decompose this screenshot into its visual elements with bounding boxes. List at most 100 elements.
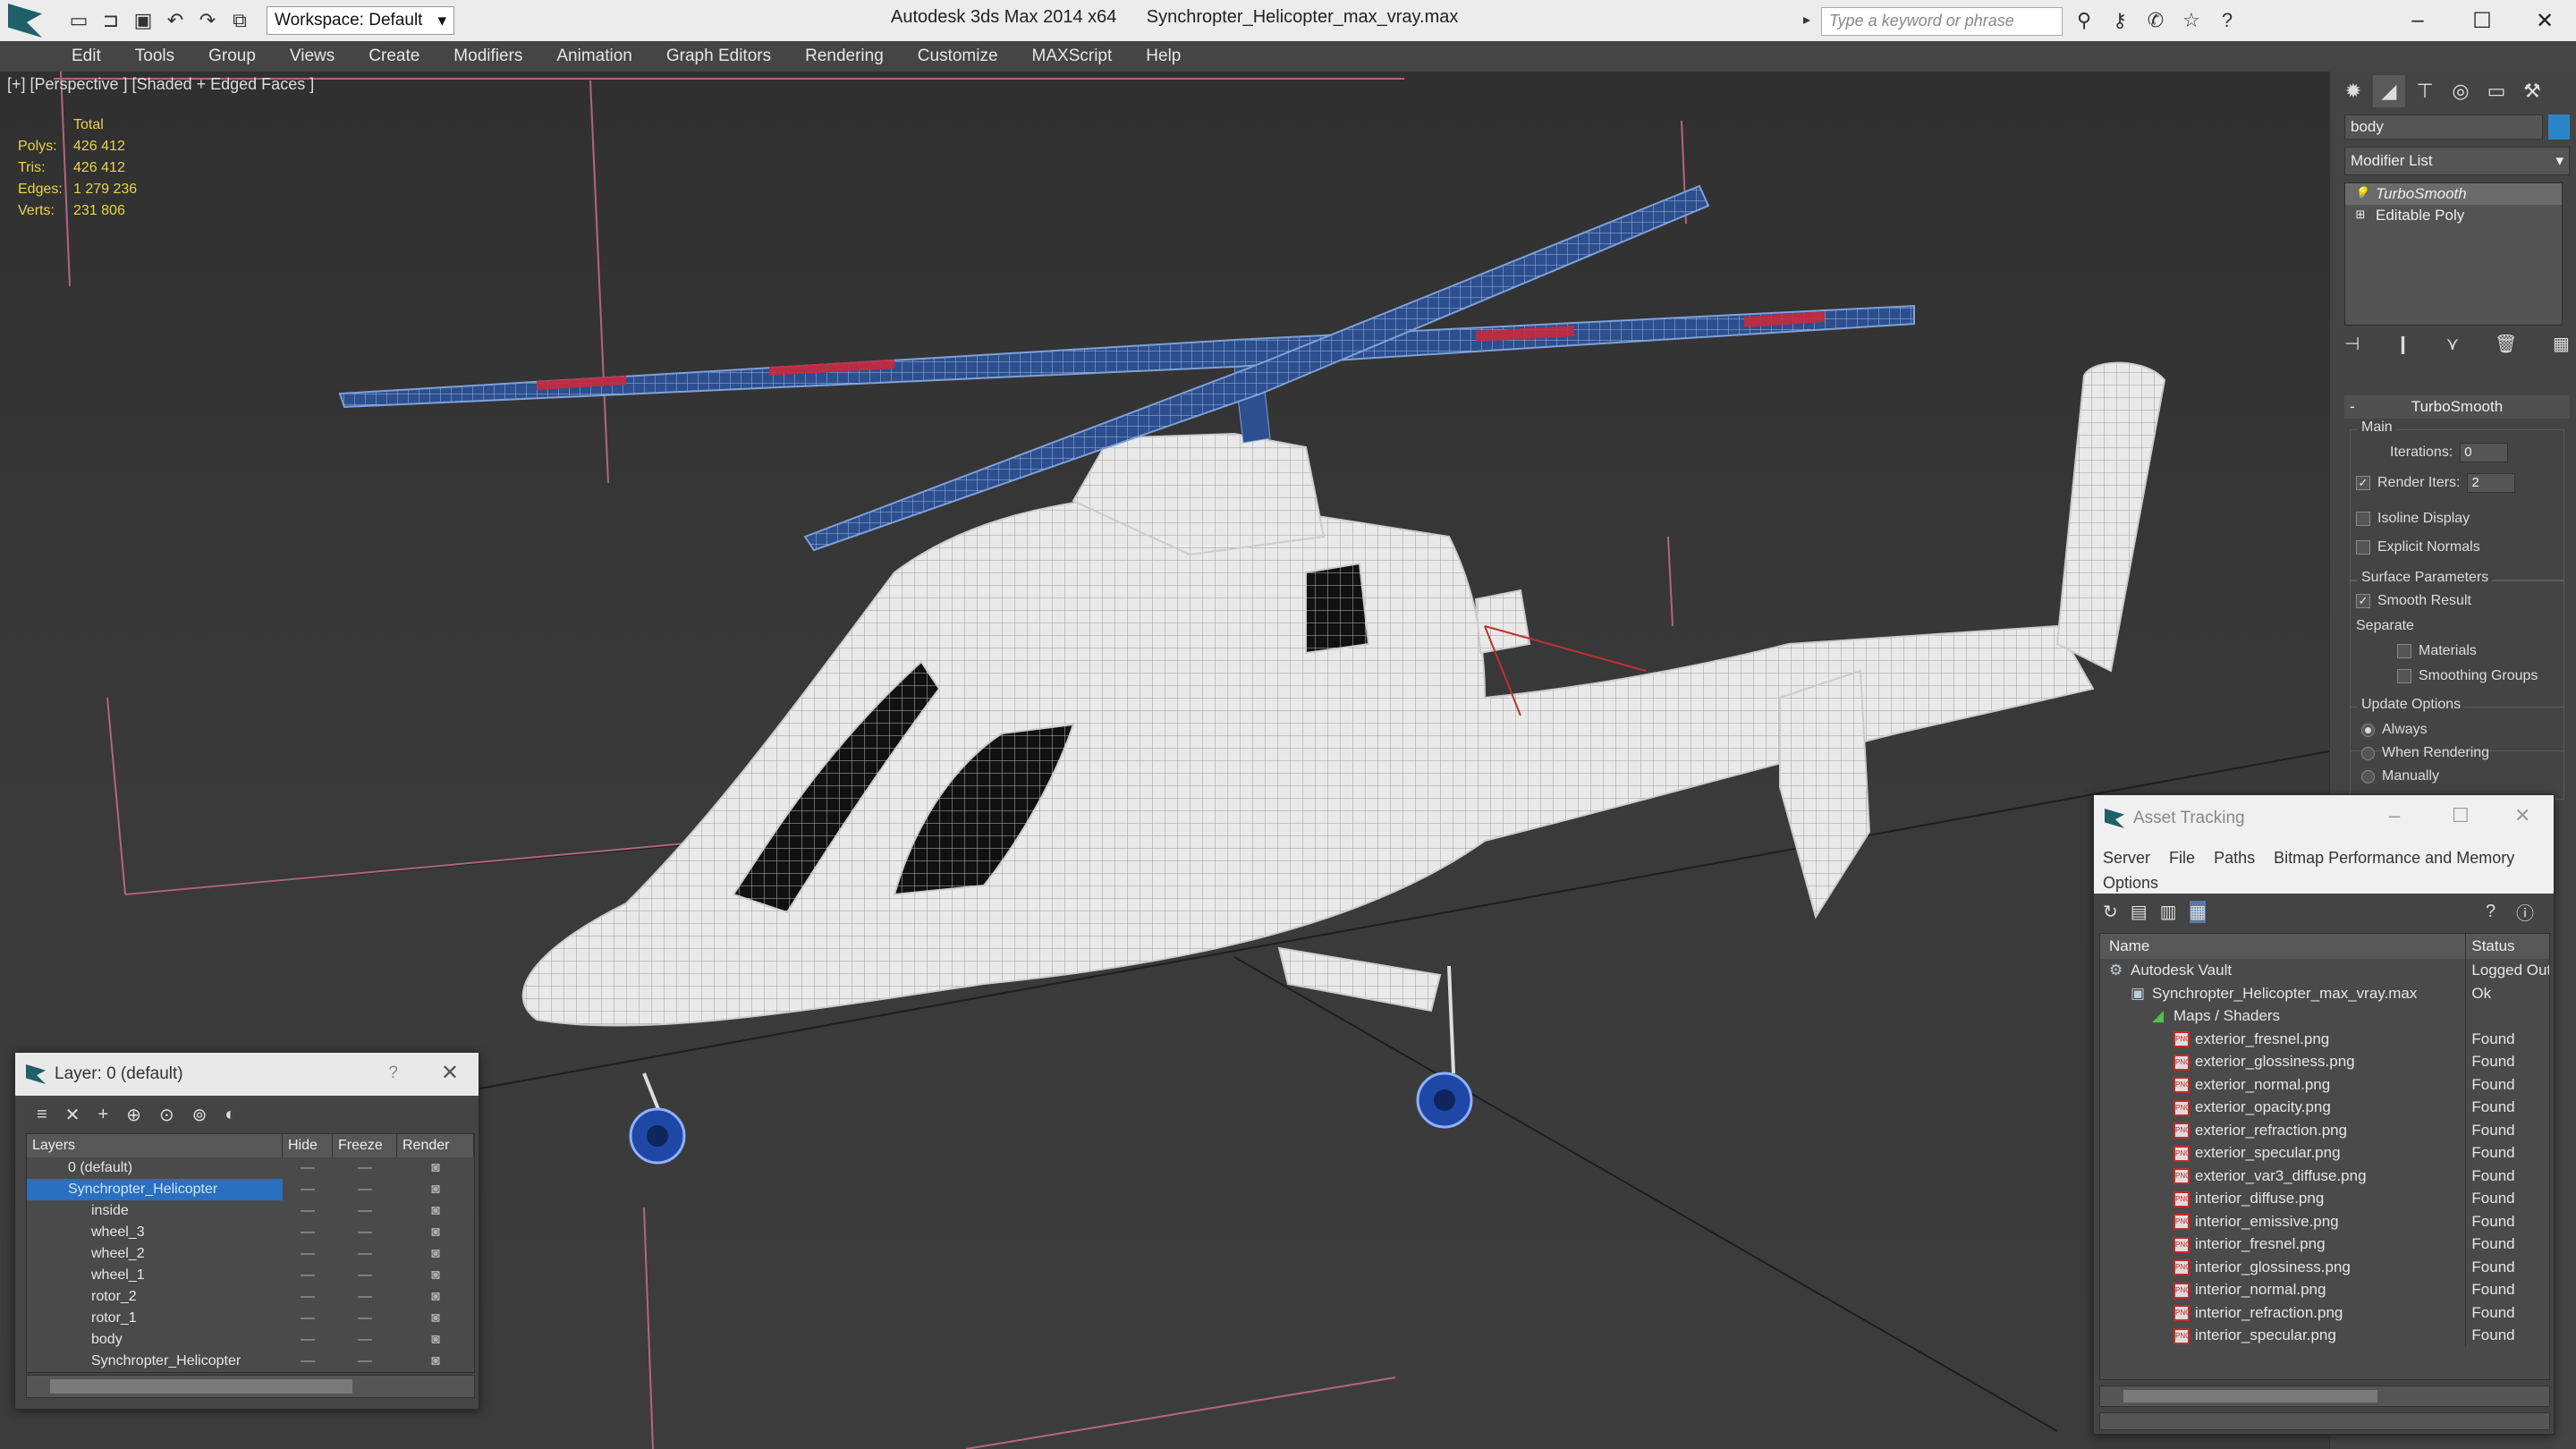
hierarchy-tab-icon[interactable]: ⊤	[2409, 75, 2441, 107]
col-status[interactable]: Status	[2465, 934, 2549, 959]
asset-row[interactable]: PNG exterior_var3_diffuse.png Found	[2100, 1164, 2549, 1187]
list-view-icon[interactable]: ▤	[2131, 901, 2148, 923]
layer-freeze-toggle[interactable]: —	[333, 1243, 397, 1265]
remove-modifier-icon[interactable]: 🗑	[2495, 333, 2517, 355]
maximize-button[interactable]: ☐	[2451, 0, 2513, 41]
asset-row[interactable]: PNG exterior_opacity.png Found	[2100, 1096, 2549, 1119]
asset-horizontal-scrollbar[interactable]	[2099, 1385, 2550, 1407]
table-view-icon[interactable]: ▥	[2160, 901, 2177, 923]
utilities-tab-icon[interactable]: ⚒	[2516, 75, 2548, 107]
explicit-normals-checkbox[interactable]	[2356, 540, 2370, 555]
layer-render-toggle[interactable]: ◙	[397, 1200, 474, 1222]
modify-tab-icon[interactable]: ◢	[2373, 75, 2405, 107]
lightbulb-icon[interactable]: 💡	[2354, 187, 2368, 199]
layer-row[interactable]: inside — — ◙	[27, 1200, 474, 1222]
favorites-star-icon[interactable]: ☆	[2179, 7, 2204, 34]
open-file-icon[interactable]: ⊐	[98, 8, 123, 33]
layer-row[interactable]: wheel_3— — ◙	[27, 1222, 474, 1243]
menu-bitmap-performance[interactable]: Bitmap Performance and Memory	[2274, 849, 2514, 867]
layer-row[interactable]: 0 (default) — — ◙	[27, 1157, 474, 1179]
layer-hide-toggle[interactable]: —	[283, 1265, 333, 1286]
layer-row[interactable]: rotor_1— — ◙	[27, 1308, 474, 1329]
help-icon[interactable]: ?	[2486, 902, 2496, 922]
menu-tools[interactable]: Tools	[135, 47, 174, 66]
workspace-dropdown[interactable]: Workspace: Default ▾	[267, 6, 454, 35]
menu-options[interactable]: Options	[2103, 874, 2158, 892]
help-icon[interactable]: ?	[388, 1063, 398, 1083]
close-button[interactable]: ✕	[2513, 0, 2576, 41]
menu-views[interactable]: Views	[290, 47, 335, 66]
always-radio[interactable]	[2361, 723, 2375, 737]
layer-freeze-toggle[interactable]: —	[333, 1222, 397, 1243]
highlight-layer-icon[interactable]: ⊚	[192, 1104, 208, 1126]
layer-row[interactable]: wheel_1— — ◙	[27, 1265, 474, 1286]
col-hide[interactable]: Hide	[283, 1134, 333, 1157]
stack-item-turbosmooth[interactable]: 💡 TurboSmooth	[2345, 183, 2562, 205]
layer-render-toggle[interactable]: ◙	[397, 1243, 474, 1265]
minimize-icon[interactable]: –	[2389, 804, 2400, 827]
asset-row[interactable]: PNG exterior_specular.png Found	[2100, 1141, 2549, 1165]
layer-hide-toggle[interactable]: —	[283, 1179, 333, 1200]
undo-icon[interactable]: ↶	[163, 8, 188, 33]
iterations-spinner[interactable]: 0	[2460, 443, 2509, 462]
layer-row[interactable]: rotor_2— — ◙	[27, 1286, 474, 1308]
minimize-button[interactable]: –	[2386, 0, 2449, 41]
layer-render-toggle[interactable]: ◙	[397, 1265, 474, 1286]
menu-paths[interactable]: Paths	[2214, 849, 2255, 867]
motion-tab-icon[interactable]: ◎	[2445, 75, 2477, 107]
col-name[interactable]: Name	[2100, 934, 2465, 959]
asset-row[interactable]: PNG interior_fresnel.png Found	[2100, 1233, 2549, 1256]
search-expand-icon[interactable]: ▸	[1803, 11, 1810, 29]
asset-row[interactable]: PNG interior_glossiness.png Found	[2100, 1255, 2549, 1278]
asset-row[interactable]: PNG exterior_refraction.png Found	[2100, 1118, 2549, 1141]
create-tab-icon[interactable]: ✹	[2337, 75, 2369, 107]
delete-layer-icon[interactable]: ✕	[65, 1104, 80, 1126]
menu-server[interactable]: Server	[2103, 849, 2150, 867]
app-menu-button[interactable]	[0, 0, 50, 41]
grid-view-icon[interactable]: ▦	[2189, 900, 2207, 923]
isoline-checkbox[interactable]	[2356, 512, 2370, 526]
layer-freeze-toggle[interactable]: —	[333, 1179, 397, 1200]
layer-render-toggle[interactable]: ◙	[397, 1308, 474, 1329]
menu-group[interactable]: Group	[208, 47, 256, 66]
when-rendering-radio[interactable]	[2361, 746, 2375, 760]
maximize-icon[interactable]: ☐	[2452, 804, 2470, 827]
layer-render-toggle[interactable]: ◙	[397, 1157, 474, 1179]
layer-window-titlebar[interactable]: Layer: 0 (default) ? ✕	[15, 1053, 479, 1096]
layer-freeze-toggle[interactable]: —	[333, 1286, 397, 1308]
layer-hide-toggle[interactable]: —	[283, 1157, 333, 1179]
show-end-result-icon[interactable]: ❙	[2395, 333, 2411, 355]
turbosmooth-rollout-header[interactable]: - TurboSmooth	[2344, 395, 2570, 419]
object-name-field[interactable]: body	[2344, 114, 2543, 140]
asset-tracking-titlebar[interactable]: Asset Tracking – ☐ ✕	[2094, 795, 2554, 842]
pin-stack-icon[interactable]: ⊣	[2344, 333, 2360, 355]
save-file-icon[interactable]: ▣	[131, 8, 156, 33]
help-icon[interactable]: ?	[2215, 7, 2240, 34]
menu-rendering[interactable]: Rendering	[805, 47, 884, 66]
refresh-icon[interactable]: ↻	[2103, 901, 2118, 923]
layer-hide-toggle[interactable]: —	[283, 1329, 333, 1351]
asset-row[interactable]: PNG interior_emissive.png Found	[2100, 1209, 2549, 1233]
scrollbar-thumb[interactable]	[2123, 1390, 2377, 1402]
layer-hide-toggle[interactable]: —	[283, 1308, 333, 1329]
layer-freeze-toggle[interactable]: —	[333, 1351, 397, 1372]
materials-checkbox[interactable]	[2397, 644, 2411, 658]
layer-hide-toggle[interactable]: —	[283, 1222, 333, 1243]
asset-row[interactable]: PNG interior_normal.png Found	[2100, 1278, 2549, 1301]
modifier-list-dropdown[interactable]: Modifier List ▾	[2344, 147, 2570, 175]
layers-horizontal-scrollbar[interactable]	[26, 1375, 475, 1398]
layer-freeze-toggle[interactable]: —	[333, 1200, 397, 1222]
layer-freeze-toggle[interactable]: —	[333, 1157, 397, 1179]
col-freeze[interactable]: Freeze	[333, 1134, 397, 1157]
layer-row[interactable]: Synchropter_Helicopter — — ◙	[27, 1179, 474, 1200]
menu-help[interactable]: Help	[1146, 47, 1181, 66]
expand-plus-icon[interactable]: ⊞	[2354, 208, 2367, 221]
new-file-icon[interactable]: ▭	[66, 8, 91, 33]
redo-icon[interactable]: ↷	[195, 8, 220, 33]
close-icon[interactable]: ✕	[441, 1060, 459, 1086]
info-icon[interactable]: ⓘ	[2516, 899, 2534, 925]
create-layer-icon[interactable]: +	[97, 1105, 108, 1125]
object-color-swatch[interactable]	[2548, 114, 2570, 140]
asset-row[interactable]: PNG interior_diffuse.png Found	[2100, 1187, 2549, 1210]
menu-modifiers[interactable]: Modifiers	[453, 47, 522, 66]
